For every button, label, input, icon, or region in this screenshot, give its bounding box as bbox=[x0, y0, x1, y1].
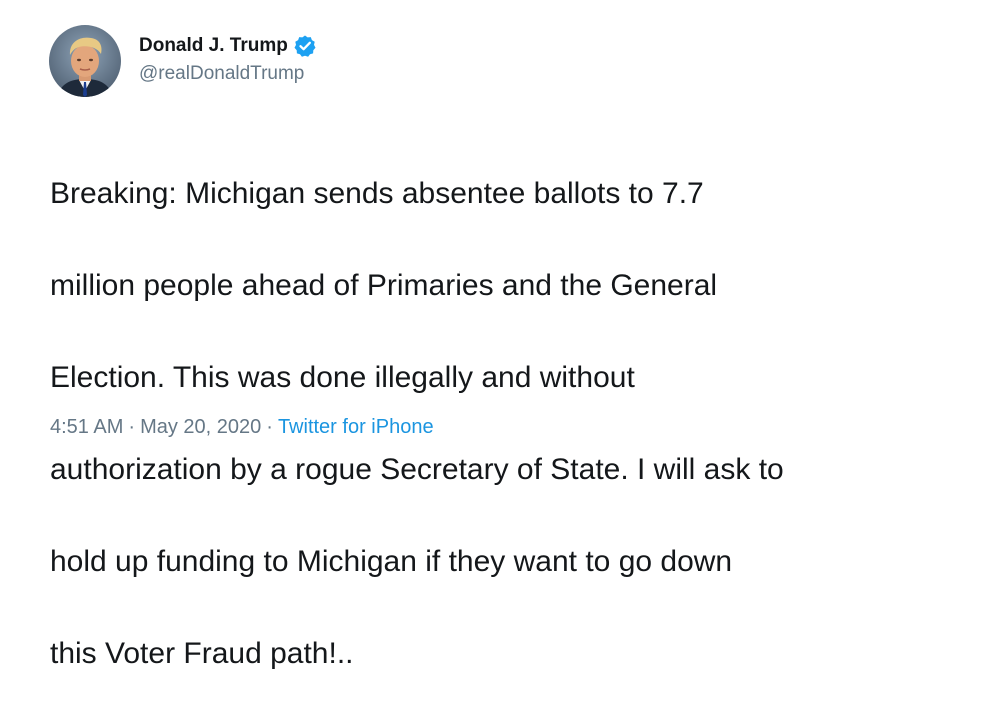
tweet-text-line: Election. This was done illegally and wi… bbox=[50, 361, 635, 394]
tweet-text-line: Breaking: Michigan sends absentee ballot… bbox=[50, 177, 704, 210]
meta-separator: · bbox=[128, 416, 136, 438]
tweet-text-line: million people ahead of Primaries and th… bbox=[50, 269, 718, 302]
tweet-time[interactable]: 4:51 AM bbox=[50, 416, 123, 438]
author-block: Donald J. Trump @realDonaldTrump bbox=[139, 32, 639, 85]
tweet-text-line: authorization by a rogue Secretary of St… bbox=[50, 453, 784, 486]
tweet-source-link[interactable]: Twitter for iPhone bbox=[278, 416, 434, 438]
profile-photo-icon bbox=[49, 25, 121, 97]
handle[interactable]: @realDonaldTrump bbox=[139, 63, 639, 85]
tweet-meta: 4:51 AM · May 20, 2020 · Twitter for iPhone bbox=[50, 416, 434, 439]
verified-badge-icon bbox=[293, 34, 317, 58]
avatar[interactable] bbox=[49, 25, 121, 97]
tweet-card: Donald J. Trump @realDonaldTrump Breakin… bbox=[0, 0, 1002, 670]
meta-separator: · bbox=[266, 416, 273, 438]
tweet-text-line: this Voter Fraud path!.. bbox=[50, 637, 354, 670]
display-name[interactable]: Donald J. Trump bbox=[139, 35, 288, 57]
tweet-date[interactable]: May 20, 2020 bbox=[140, 416, 261, 438]
tweet-text-line: hold up funding to Michigan if they want… bbox=[50, 545, 733, 578]
name-row: Donald J. Trump bbox=[139, 32, 639, 60]
